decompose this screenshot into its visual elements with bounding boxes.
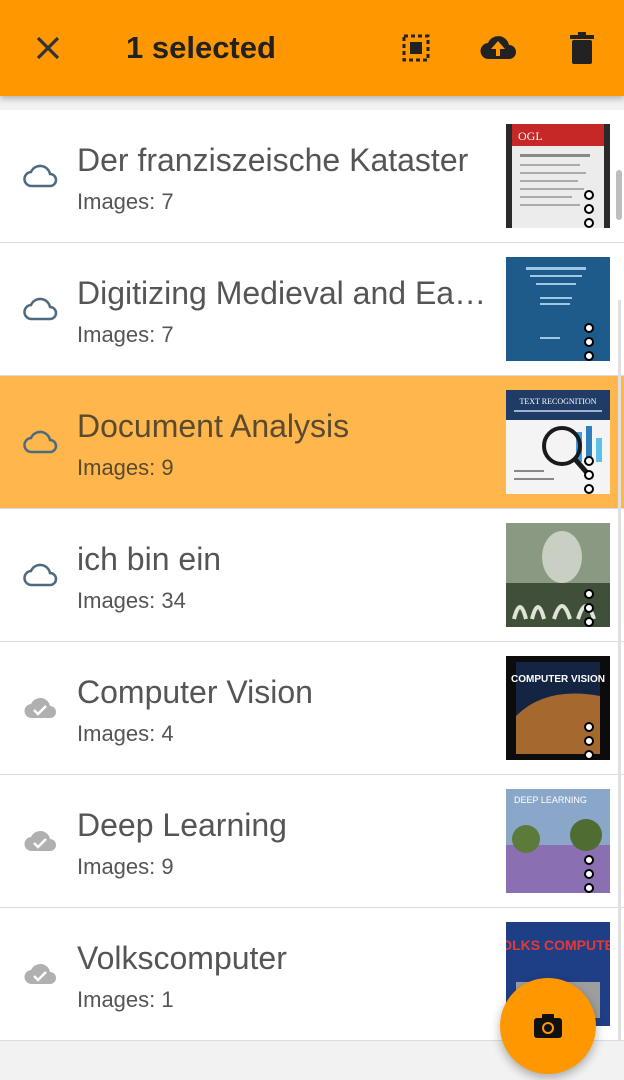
cloud-outline-icon <box>23 430 58 454</box>
document-name: Computer Vision <box>77 674 313 710</box>
delete-icon[interactable] <box>562 28 602 68</box>
list-item[interactable]: Computer Vision Images: 4 COMPUTER VISIO… <box>0 642 624 775</box>
scroll-track <box>618 300 621 1040</box>
document-name: Document Analysis <box>77 408 350 444</box>
cloud-upload-icon[interactable] <box>478 28 518 68</box>
image-count: Images: 4 <box>77 721 174 746</box>
more-options-icon[interactable] <box>584 855 594 895</box>
more-options-icon[interactable] <box>584 190 594 230</box>
document-name: Deep Learning <box>77 807 287 843</box>
list-item[interactable]: Der franziszeische Kataster Images: 7 OG… <box>0 110 624 243</box>
more-options-icon[interactable] <box>584 589 594 629</box>
thumbnail-text: TEXT RECOGNITION <box>520 397 597 406</box>
camera-icon <box>534 1014 562 1038</box>
document-thumbnail <box>506 523 610 627</box>
more-options-icon[interactable] <box>584 722 594 762</box>
list-item[interactable]: ich bin ein Images: 34 <box>0 509 624 642</box>
document-thumbnail: OGL <box>506 124 610 228</box>
cloud-done-icon <box>24 963 56 985</box>
cloud-outline-icon <box>23 164 58 188</box>
selection-count-title: 1 selected <box>126 30 276 65</box>
document-name: Volkscomputer <box>77 940 287 976</box>
image-count: Images: 34 <box>77 588 186 613</box>
image-count: Images: 7 <box>77 189 174 214</box>
document-name: Digitizing Medieval and Ea… <box>77 275 487 311</box>
document-thumbnail <box>506 257 610 361</box>
document-list: Der franziszeische Kataster Images: 7 OG… <box>0 110 624 1041</box>
document-thumbnail: DEEP LEARNING <box>506 789 610 893</box>
thumbnail-text: VOLKS COMPUTER <box>506 937 610 953</box>
image-count: Images: 9 <box>77 854 174 879</box>
scrollbar[interactable] <box>616 170 622 220</box>
list-item[interactable]: Digitizing Medieval and Ea… Images: 7 <box>0 243 624 376</box>
document-name: Der franziszeische Kataster <box>77 142 469 178</box>
document-thumbnail: TEXT RECOGNITION <box>506 390 610 494</box>
image-count: Images: 9 <box>77 455 174 480</box>
app-bar: 1 selected <box>0 0 624 96</box>
document-name: ich bin ein <box>77 541 222 577</box>
image-count: Images: 7 <box>77 322 174 347</box>
more-options-icon[interactable] <box>584 456 594 496</box>
thumbnail-text: COMPUTER VISION <box>511 674 605 685</box>
close-icon[interactable] <box>28 28 68 68</box>
camera-fab-button[interactable] <box>500 978 596 1074</box>
list-item[interactable]: Deep Learning Images: 9 DEEP LEARNING <box>0 775 624 908</box>
cloud-outline-icon <box>23 563 58 587</box>
cloud-done-icon <box>24 830 56 852</box>
cloud-outline-icon <box>23 297 58 321</box>
select-all-icon[interactable] <box>396 28 436 68</box>
cloud-done-icon <box>24 697 56 719</box>
list-item-selected[interactable]: Document Analysis Images: 9 TEXT RECOGNI… <box>0 376 624 509</box>
image-count: Images: 1 <box>77 987 174 1012</box>
thumbnail-text: OGL <box>518 129 543 143</box>
thumbnail-text: DEEP LEARNING <box>514 795 587 805</box>
document-thumbnail: COMPUTER VISION <box>506 656 610 760</box>
more-options-icon[interactable] <box>584 323 594 363</box>
